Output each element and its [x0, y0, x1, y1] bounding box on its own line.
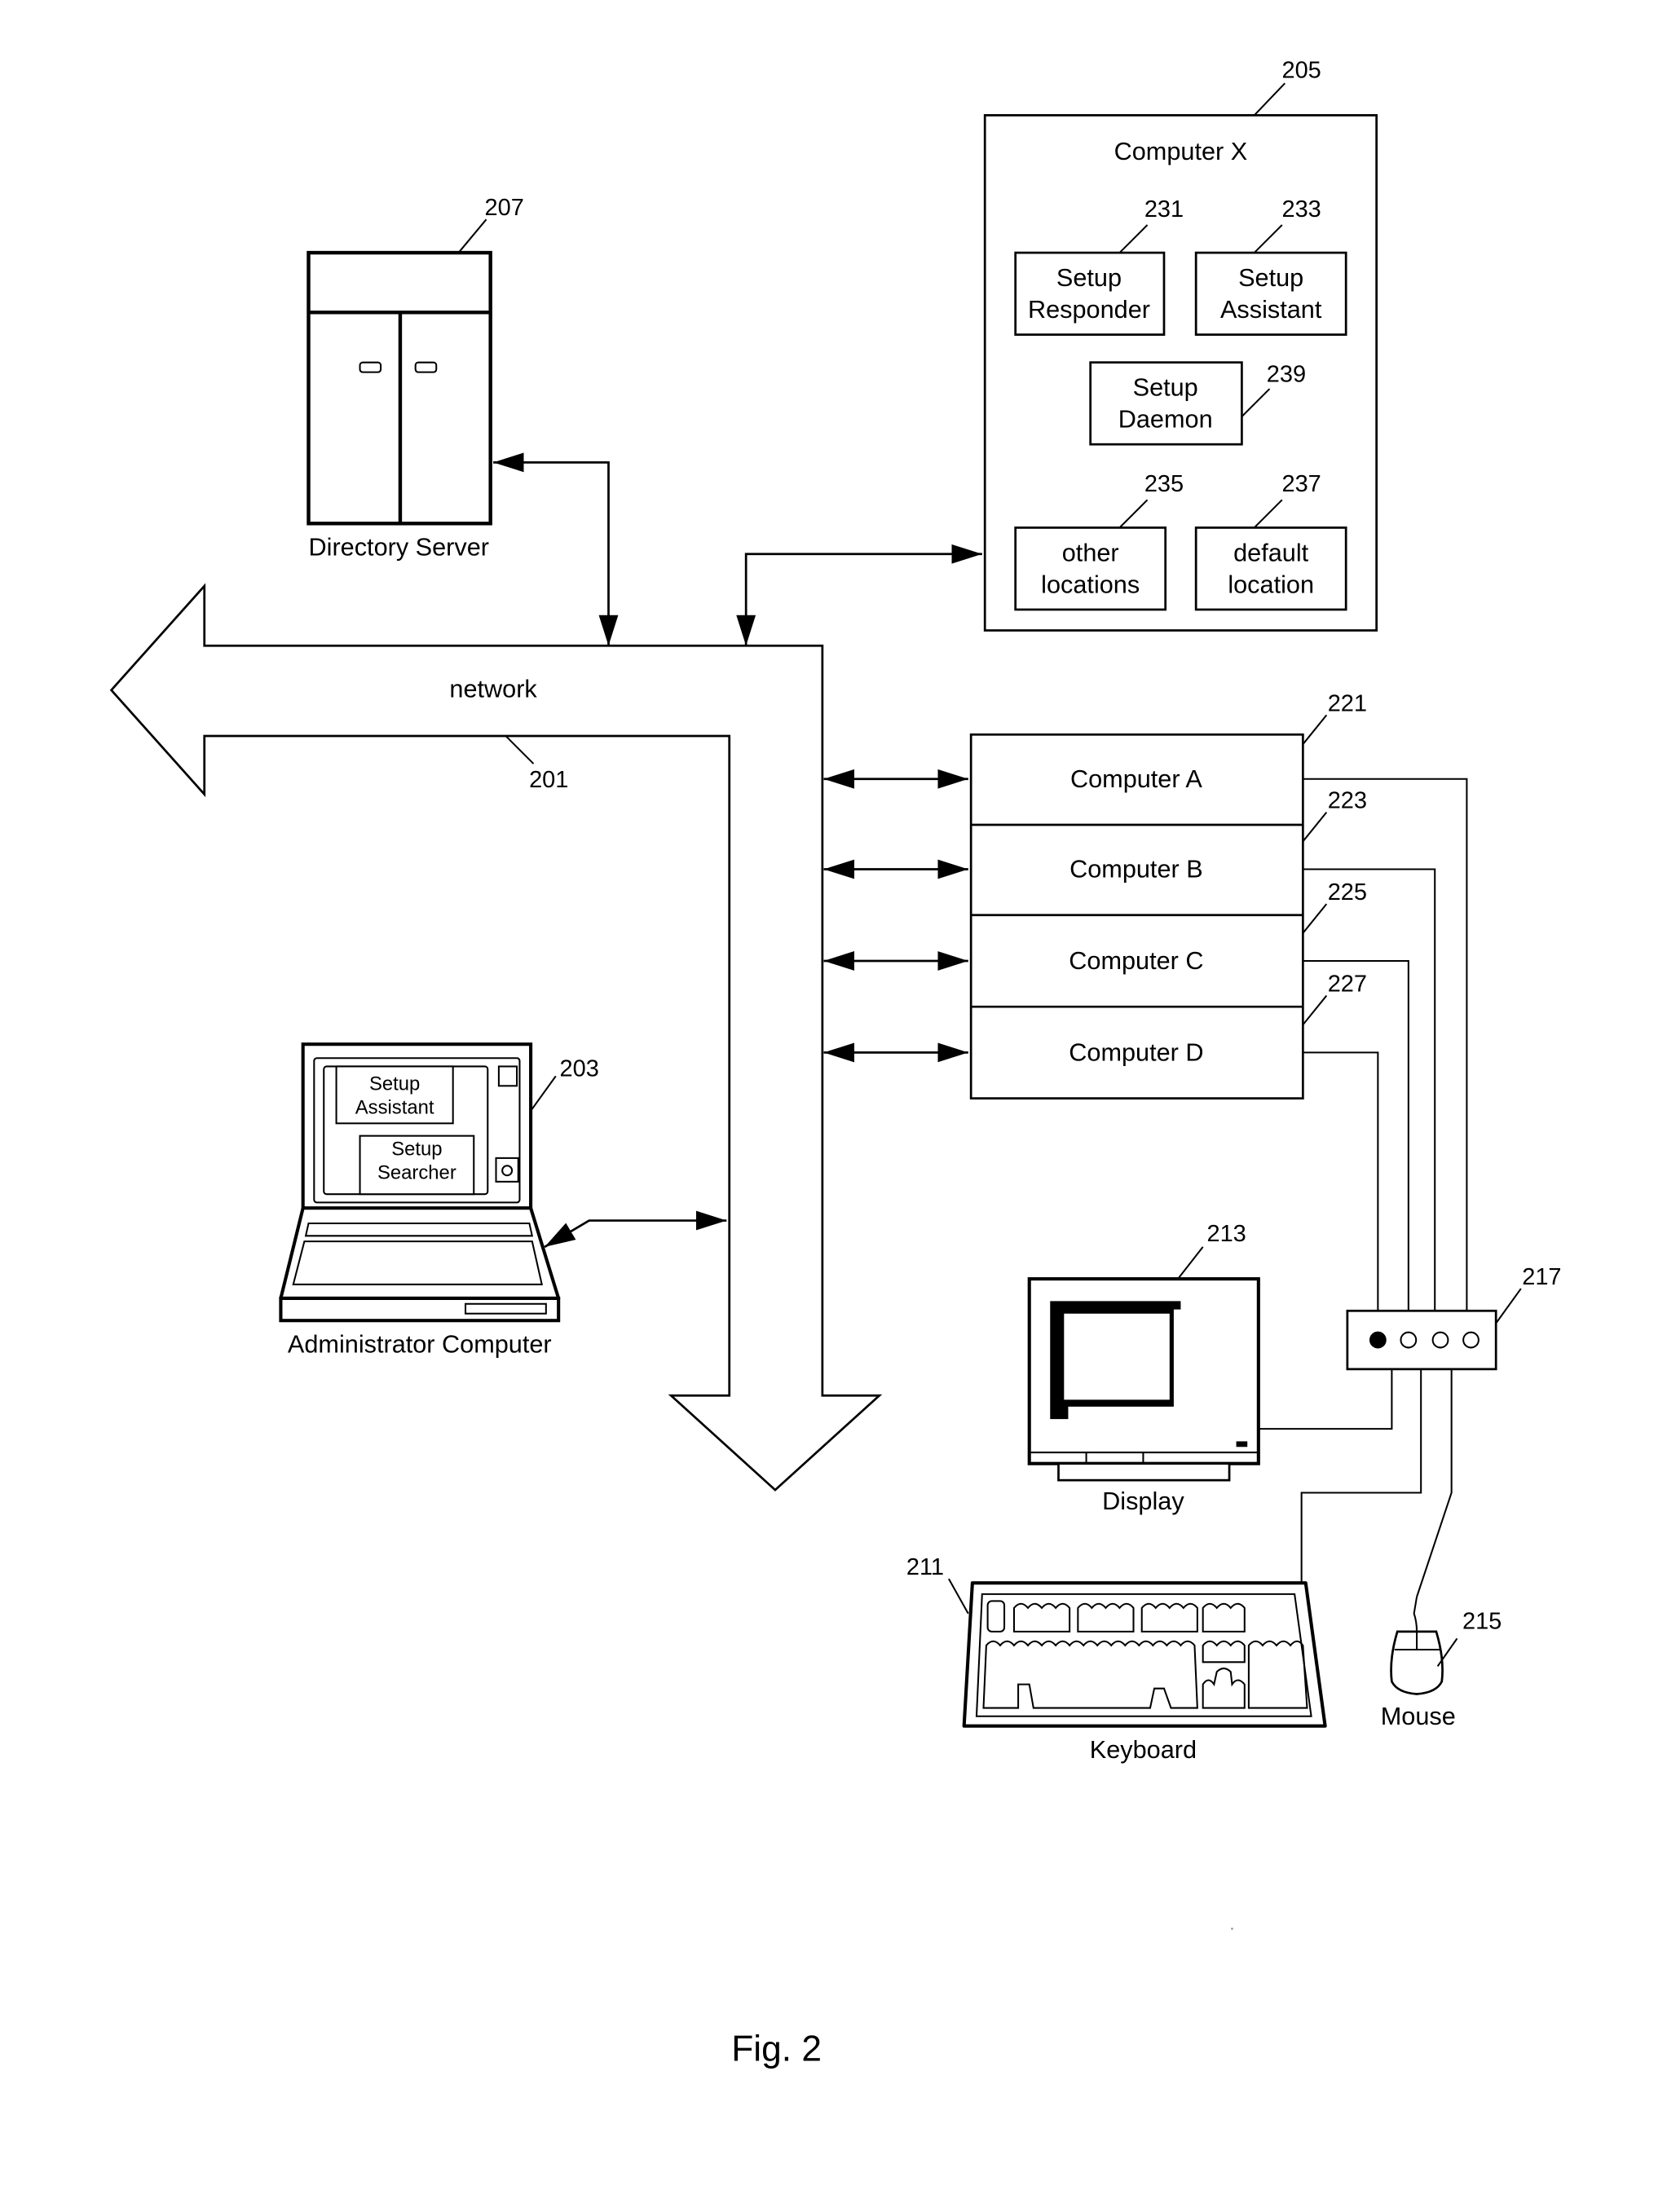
computer-ref: 223 [1328, 788, 1367, 814]
module-ref: 239 [1267, 362, 1306, 388]
scan-speck [1231, 1928, 1233, 1930]
module-ref: 237 [1281, 471, 1321, 497]
server-label: Directory Server [309, 533, 489, 561]
administrator-computer[interactable]: Setup Assistant Setup Searcher 203 Admin… [279, 1042, 599, 1358]
module-line: Responder [1028, 296, 1150, 324]
display-stand [1057, 1462, 1231, 1482]
computer-ref: 227 [1328, 971, 1367, 997]
module-line: other [1062, 539, 1119, 566]
keyboard-label: Keyboard [1090, 1736, 1197, 1764]
mouse[interactable]: 215 Mouse [1381, 1597, 1502, 1730]
kvm-port-active-icon[interactable] [1369, 1331, 1387, 1349]
computer-x[interactable]: 205 Computer X Setup Responder 231 Setup… [983, 57, 1378, 632]
module-line: Daemon [1118, 406, 1213, 434]
admin-label: Administrator Computer [288, 1330, 552, 1358]
cable-display [1259, 1368, 1393, 1430]
module-line: location [1228, 571, 1314, 598]
computer-label: Computer D [1069, 1039, 1203, 1067]
directory-server[interactable]: 207 Directory Server [306, 195, 524, 561]
keyboard[interactable]: 211 Keyboard [906, 1554, 1327, 1764]
computer-x-ref: 205 [1281, 57, 1321, 83]
kvm-ref: 217 [1522, 1264, 1561, 1290]
display-ref-leader [1177, 1246, 1204, 1280]
computer-stack: Computer A 221 Computer B 223 Computer C… [969, 690, 1367, 1099]
computer-ref-leader [1302, 903, 1328, 934]
admin-network-connector [544, 1210, 727, 1249]
keyboard-ref: 211 [906, 1554, 944, 1580]
cable-keyboard [1300, 1368, 1422, 1584]
module-line: Setup [1056, 264, 1122, 292]
server-ref-leader [457, 218, 487, 253]
computer-ref-leader [1302, 812, 1328, 843]
module-line: locations [1041, 571, 1140, 598]
cable-computer-c [1303, 959, 1409, 1311]
computer-ref-leader [1302, 994, 1328, 1025]
display[interactable]: 213 Display [1027, 1221, 1260, 1515]
laptop-front [279, 1296, 561, 1323]
laptop-window-text: Searcher [377, 1161, 456, 1183]
network-ref-leader [505, 735, 535, 765]
computer-label: Computer A [1070, 765, 1202, 793]
figure-caption: Fig. 2 [731, 2029, 822, 2069]
server-network-connector [493, 452, 619, 646]
computer-ref-leader [1302, 714, 1328, 745]
module-line: Assistant [1220, 296, 1322, 324]
patent-figure: network 201 207 Directory Server 205 Com… [109, 57, 1562, 2069]
laptop-window-text: Setup [369, 1073, 420, 1095]
cable-computer-d [1303, 1051, 1379, 1311]
module-line: default [1233, 539, 1309, 566]
cable-mouse [1416, 1368, 1453, 1597]
admin-ref: 203 [560, 1055, 599, 1082]
kvm-ref-leader [1495, 1288, 1522, 1324]
network-label: network [449, 675, 537, 703]
display-label: Display [1102, 1487, 1184, 1515]
admin-ref-leader [530, 1075, 557, 1112]
display-power-led-icon [1236, 1441, 1248, 1447]
computer-x-network-connector [736, 544, 982, 646]
module-ref: 231 [1144, 196, 1184, 223]
module-line: Setup [1238, 264, 1303, 292]
computer-x-ref-leader [1253, 82, 1286, 117]
computer-ref: 221 [1328, 690, 1367, 716]
kvm-switch[interactable]: 217 [1346, 1264, 1562, 1371]
keyboard-ref-leader [948, 1578, 969, 1615]
computer-label: Computer C [1069, 947, 1203, 975]
server-ref: 207 [485, 195, 524, 221]
mouse-ref: 215 [1462, 1608, 1502, 1634]
mouse-label: Mouse [1381, 1703, 1456, 1730]
computer-label: Computer B [1069, 856, 1203, 883]
computer-x-title: Computer X [1114, 138, 1248, 165]
module-line: Setup [1133, 374, 1198, 402]
computer-ref: 225 [1328, 879, 1367, 906]
laptop-window-text: Setup [391, 1138, 442, 1160]
cable-computer-a [1303, 778, 1468, 1311]
module-ref: 235 [1144, 471, 1184, 497]
laptop-window-text: Assistant [355, 1096, 434, 1118]
display-ref: 213 [1206, 1221, 1246, 1247]
module-ref: 233 [1281, 196, 1321, 223]
network-ref: 201 [529, 767, 568, 793]
mouse-cord [1413, 1597, 1418, 1632]
cable-computer-b [1303, 868, 1436, 1311]
